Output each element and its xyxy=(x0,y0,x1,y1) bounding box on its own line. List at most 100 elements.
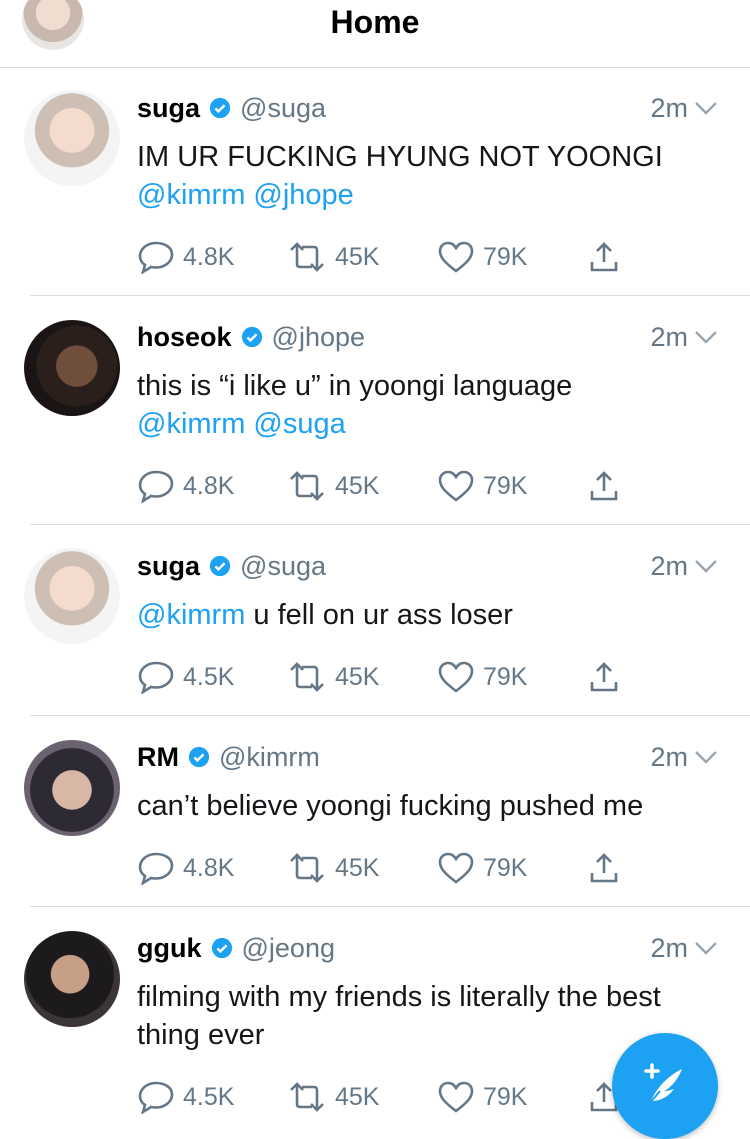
share-button[interactable] xyxy=(587,237,629,277)
timestamp: 2m xyxy=(650,550,688,581)
tweet-meta: 2m xyxy=(650,317,718,357)
reply-icon xyxy=(138,661,174,694)
like-button[interactable]: 79K xyxy=(437,466,527,506)
share-button[interactable] xyxy=(587,657,629,697)
handle[interactable]: @jeong xyxy=(242,933,335,964)
like-count: 79K xyxy=(483,1082,528,1111)
like-count: 79K xyxy=(483,853,528,882)
retweet-count: 45K xyxy=(335,853,380,882)
share-button[interactable] xyxy=(587,466,629,506)
retweet-icon xyxy=(290,662,324,692)
reply-count: 4.5K xyxy=(183,662,235,691)
like-button[interactable]: 79K xyxy=(437,1077,527,1117)
avatar[interactable] xyxy=(24,548,120,644)
reply-button[interactable]: 4.8K xyxy=(137,466,234,506)
retweet-button[interactable]: 45K xyxy=(287,237,379,277)
mention-links[interactable]: @kimrm @suga xyxy=(137,405,727,443)
verified-icon xyxy=(209,555,231,577)
tweet-text: this is “i like u” in yoongi language @k… xyxy=(137,367,727,443)
retweet-button[interactable]: 45K xyxy=(287,657,379,697)
retweet-button[interactable]: 45K xyxy=(287,848,379,888)
avatar[interactable] xyxy=(24,931,120,1027)
like-count: 79K xyxy=(483,471,528,500)
timestamp: 2m xyxy=(650,321,688,352)
heart-icon xyxy=(438,661,474,693)
compose-feather-icon xyxy=(644,1063,682,1104)
chevron-down-icon[interactable] xyxy=(694,558,718,574)
like-button[interactable]: 79K xyxy=(437,848,527,888)
avatar[interactable] xyxy=(24,320,120,416)
retweet-icon xyxy=(290,471,324,501)
like-button[interactable]: 79K xyxy=(437,237,527,277)
handle[interactable]: @jhope xyxy=(272,322,365,353)
share-icon xyxy=(590,471,618,501)
share-button[interactable] xyxy=(587,848,629,888)
heart-icon xyxy=(438,852,474,884)
reply-icon xyxy=(138,241,174,274)
tweet-meta: 2m xyxy=(650,737,718,777)
like-button[interactable]: 79K xyxy=(437,657,527,697)
tweet-header: gguk @jeong xyxy=(137,928,335,968)
share-icon xyxy=(590,853,618,883)
retweet-count: 45K xyxy=(335,242,380,271)
divider xyxy=(30,906,750,907)
tweet-body: filming with my friends is literally the… xyxy=(137,981,661,1051)
display-name[interactable]: suga xyxy=(137,93,200,124)
share-icon xyxy=(590,662,618,692)
reply-icon xyxy=(138,852,174,885)
reply-count: 4.8K xyxy=(183,242,235,271)
mention-link[interactable]: @kimrm xyxy=(137,599,245,631)
retweet-icon xyxy=(290,853,324,883)
avatar[interactable] xyxy=(24,90,120,186)
divider xyxy=(30,715,750,716)
handle[interactable]: @suga xyxy=(240,93,326,124)
tweet-body: IM UR FUCKING HYUNG NOT YOONGI xyxy=(137,141,663,173)
tweet-header: RM @kimrm xyxy=(137,737,320,777)
avatar[interactable] xyxy=(24,740,120,836)
heart-icon xyxy=(438,1081,474,1113)
tweet-header: hoseok @jhope xyxy=(137,317,365,357)
compose-tweet-button[interactable] xyxy=(612,1033,718,1139)
retweet-icon xyxy=(290,242,324,272)
page-title: Home xyxy=(330,4,420,40)
retweet-button[interactable]: 45K xyxy=(287,466,379,506)
retweet-count: 45K xyxy=(335,1082,380,1111)
top-bar: Home xyxy=(0,0,750,68)
mention-links[interactable]: @kimrm @jhope xyxy=(137,176,727,214)
tweet-text: @kimrm u fell on ur ass loser xyxy=(137,596,727,634)
display-name[interactable]: hoseok xyxy=(137,322,232,353)
tweet-text: IM UR FUCKING HYUNG NOT YOONGI @kimrm @j… xyxy=(137,138,727,214)
retweet-count: 45K xyxy=(335,662,380,691)
retweet-button[interactable]: 45K xyxy=(287,1077,379,1117)
reply-button[interactable]: 4.8K xyxy=(137,848,234,888)
reply-button[interactable]: 4.5K xyxy=(137,1077,234,1117)
divider xyxy=(30,524,750,525)
chevron-down-icon[interactable] xyxy=(694,329,718,345)
reply-button[interactable]: 4.5K xyxy=(137,657,234,697)
reply-button[interactable]: 4.8K xyxy=(137,237,234,277)
timestamp: 2m xyxy=(650,741,688,772)
like-count: 79K xyxy=(483,242,528,271)
handle[interactable]: @kimrm xyxy=(219,742,320,773)
reply-count: 4.8K xyxy=(183,853,235,882)
heart-icon xyxy=(438,470,474,502)
tweet-header: suga @suga xyxy=(137,546,326,586)
verified-icon xyxy=(188,746,210,768)
timestamp: 2m xyxy=(650,932,688,963)
display-name[interactable]: suga xyxy=(137,551,200,582)
chevron-down-icon[interactable] xyxy=(694,749,718,765)
tweet-text: can’t believe yoongi fucking pushed me xyxy=(137,787,727,825)
divider xyxy=(30,295,750,296)
reply-count: 4.8K xyxy=(183,471,235,500)
reply-icon xyxy=(138,470,174,503)
retweet-count: 45K xyxy=(335,471,380,500)
handle[interactable]: @suga xyxy=(240,551,326,582)
display-name[interactable]: RM xyxy=(137,742,179,773)
reply-count: 4.5K xyxy=(183,1082,235,1111)
tweet-meta: 2m xyxy=(650,928,718,968)
display-name[interactable]: gguk xyxy=(137,933,202,964)
chevron-down-icon[interactable] xyxy=(694,940,718,956)
tweet-meta: 2m xyxy=(650,88,718,128)
heart-icon xyxy=(438,241,474,273)
chevron-down-icon[interactable] xyxy=(694,100,718,116)
